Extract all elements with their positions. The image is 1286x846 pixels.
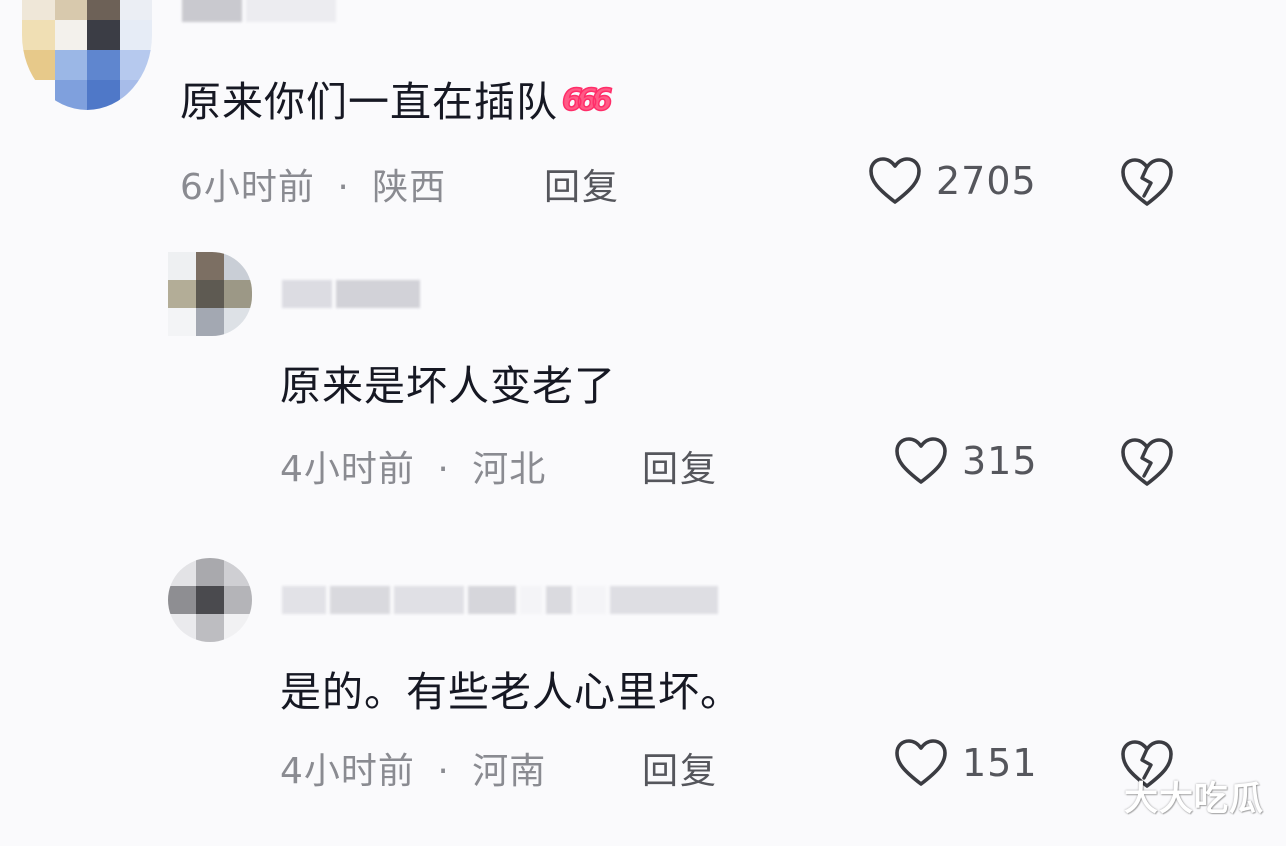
like-button[interactable]: 151	[894, 738, 1038, 788]
broken-heart-icon	[1120, 156, 1174, 208]
meta-separator: ·	[437, 751, 450, 792]
comment-text: 原来是坏人变老了	[280, 362, 616, 410]
reply-button[interactable]: 回复	[642, 742, 718, 794]
avatar[interactable]	[168, 252, 252, 336]
heart-outline-icon	[894, 436, 948, 486]
comment-location: 陕西	[372, 167, 447, 208]
dislike-button[interactable]	[1120, 436, 1174, 488]
heart-outline-icon	[894, 738, 948, 788]
avatar[interactable]	[168, 558, 252, 642]
watermark: 大大吃瓜	[1124, 779, 1264, 819]
dislike-button[interactable]	[1120, 156, 1174, 208]
like-count: 2705	[936, 159, 1037, 203]
broken-heart-icon	[1120, 436, 1174, 488]
comment-text: 是的。有些老人心里坏。	[280, 668, 742, 716]
reply-button[interactable]: 回复	[544, 158, 620, 210]
like-button[interactable]: 315	[894, 436, 1038, 486]
username-blurred[interactable]	[282, 280, 420, 308]
heart-outline-icon	[868, 156, 922, 206]
comment-meta: 4小时前 · 河南	[280, 742, 546, 794]
comment-time: 4小时前	[280, 449, 415, 490]
reply-button[interactable]: 回复	[642, 440, 718, 492]
emoji-666-icon: 666	[561, 82, 613, 119]
comment-location: 河南	[472, 751, 547, 792]
meta-separator: ·	[437, 449, 450, 490]
comment-location: 河北	[472, 449, 547, 490]
like-count: 151	[962, 741, 1038, 785]
avatar[interactable]	[22, 0, 152, 110]
like-button[interactable]: 2705	[868, 156, 1037, 206]
like-count: 315	[962, 439, 1038, 483]
username-blurred[interactable]	[282, 586, 718, 614]
meta-separator: ·	[337, 167, 350, 208]
comment-meta: 6小时前 · 陕西	[180, 158, 446, 210]
comment-body: 原来你们一直在插队	[180, 78, 558, 126]
comment-meta: 4小时前 · 河北	[280, 440, 546, 492]
comment-text: 原来你们一直在插队 666	[180, 68, 613, 128]
comment-time: 6小时前	[180, 167, 315, 208]
username-blurred[interactable]	[182, 0, 336, 22]
comment-time: 4小时前	[280, 751, 415, 792]
